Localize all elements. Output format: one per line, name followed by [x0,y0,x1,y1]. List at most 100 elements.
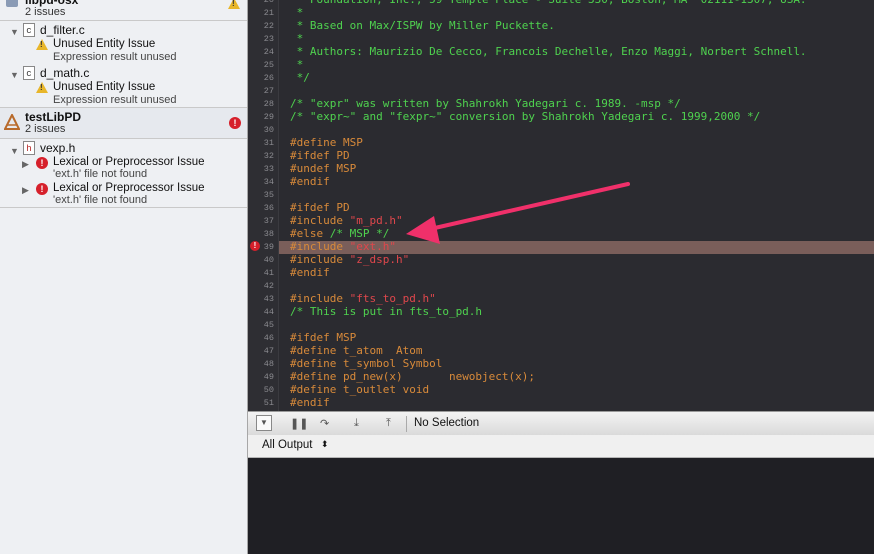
line-number[interactable]: 38 [248,229,274,239]
file-name[interactable]: d_math.c [40,66,89,80]
line-number[interactable]: 40 [248,255,274,265]
line-number[interactable]: 23 [248,34,274,44]
line-number[interactable]: 27 [248,86,274,96]
code-line[interactable]: /* "expr" was written by Shahrokh Yadega… [290,97,681,110]
code-line[interactable]: #define t_symbol Symbol [290,357,442,370]
issue-title[interactable]: Lexical or Preprocessor Issue [53,182,204,194]
code-line[interactable]: #endif [290,396,330,409]
code-line[interactable]: #include "z_dsp.h" [290,253,409,266]
project-row-testlibpd[interactable]: testLibPD 2 issues ! [0,108,247,138]
disclosure-triangle-right-icon[interactable]: ▶ [22,185,29,196]
code-line[interactable]: #endif [290,175,330,188]
code-line[interactable]: * Foundation, Inc., 59 Temple Place - Su… [290,0,807,6]
line-number[interactable]: 41 [248,268,274,278]
code-line[interactable]: * [290,6,304,19]
disclosure-triangle-right-icon[interactable]: ▶ [22,159,29,170]
step-out-icon[interactable]: ⤒ [386,417,391,430]
line-number[interactable]: 20 [248,0,274,5]
line-number[interactable]: 32 [248,151,274,161]
code-line[interactable]: #define t_atom Atom [290,344,422,357]
error-icon: ! [36,157,48,169]
project-issue-count: 2 issues [25,123,66,135]
line-number[interactable]: 25 [248,60,274,70]
line-number[interactable]: 22 [248,21,274,31]
issue-detail: Expression result unused [53,94,177,106]
line-number[interactable]: 42 [248,281,274,291]
line-number[interactable]: 33 [248,164,274,174]
code-line[interactable]: #else /* MSP */ [290,227,389,240]
code-line[interactable]: /* "expr~" and "fexpr~" conversion by Sh… [290,110,760,123]
hide-debug-area-button[interactable]: ▼ [256,415,272,431]
error-icon: ! [229,117,241,129]
line-number[interactable]: 46 [248,333,274,343]
code-line[interactable]: #define t_outlet void [290,383,429,396]
issue-navigator: libpd-osx 2 issues ▼ c d_filter.c Unused… [0,0,248,554]
line-number[interactable]: 31 [248,138,274,148]
code-line[interactable]: #endif [290,266,330,279]
output-filter-popup[interactable]: All Output [262,439,313,451]
issue-detail: 'ext.h' file not found [53,194,148,206]
line-number[interactable]: 26 [248,73,274,83]
line-number[interactable]: 28 [248,99,274,109]
step-into-icon[interactable]: ⤓ [354,417,359,430]
issue-title[interactable]: Lexical or Preprocessor Issue [53,156,204,168]
code-line[interactable]: #define pd_new(x) newobject(x); [290,370,535,383]
issue-detail: Expression result unused [53,51,177,63]
divider [0,20,247,21]
line-number[interactable]: 30 [248,125,274,135]
code-line[interactable]: #include "fts_to_pd.h" [290,292,436,305]
code-line[interactable]: * Authors: Maurizio De Cecco, Francois D… [290,45,807,58]
project-title: testLibPD [25,110,82,124]
code-line[interactable]: #include "m_pd.h" [290,214,403,227]
warning-icon [36,39,48,50]
popup-chevron-icon[interactable]: ⬍ [321,439,329,450]
code-line[interactable]: * [290,32,304,45]
debug-bar: ▼ ❚❚ ↷ ⤓ ⤒ No Selection [248,411,874,437]
disclosure-triangle-down-icon[interactable]: ▼ [10,27,19,37]
line-number-gutter[interactable]: 20 21 22 23 24 25 26 27 28 29 30 31 32 33 34 35 36 37 38! 3… [248,0,279,411]
pause-icon[interactable]: ❚❚ [290,417,308,430]
line-number[interactable]: 45 [248,320,274,330]
divider [0,207,247,208]
line-number[interactable]: 24 [248,47,274,57]
code-line[interactable]: #ifdef MSP [290,331,356,344]
code-line[interactable]: #include "ext.h" [290,240,396,253]
file-name[interactable]: vexp.h [40,141,75,155]
code-line[interactable]: * [290,58,304,71]
line-number[interactable]: 49 [248,372,274,382]
c-file-icon: c [23,66,35,80]
code-line[interactable]: #ifdef PD [290,149,350,162]
disclosure-triangle-down-icon[interactable]: ▼ [10,146,19,156]
console-output[interactable] [248,458,874,554]
source-editor[interactable]: 20 21 22 23 24 25 26 27 28 29 30 31 32 33 34 35 36 37 38! 3… [248,0,874,411]
code-line[interactable]: #define MSP [290,136,363,149]
line-number[interactable]: 39 [248,242,274,252]
c-file-icon: c [23,23,35,37]
line-number[interactable]: 43 [248,294,274,304]
line-number[interactable]: 29 [248,112,274,122]
divider [0,138,247,139]
code-line[interactable]: #ifdef PD [290,201,350,214]
line-number[interactable]: 47 [248,346,274,356]
line-number[interactable]: 50 [248,385,274,395]
project-issue-count: 2 issues [25,6,66,18]
code-line[interactable]: */ [290,71,310,84]
line-number[interactable]: 44 [248,307,274,317]
step-over-icon[interactable]: ↷ [320,417,329,430]
output-bar: All Output ⬍ [248,435,874,458]
file-name[interactable]: d_filter.c [40,23,85,37]
code-line[interactable]: #undef MSP [290,162,356,175]
issue-title[interactable]: Unused Entity Issue [53,81,155,93]
code-line[interactable]: /* This is put in fts_to_pd.h [290,305,482,318]
issue-title[interactable]: Unused Entity Issue [53,38,155,50]
line-number[interactable]: 21 [248,8,274,18]
disclosure-triangle-down-icon[interactable]: ▼ [10,70,19,80]
line-number[interactable]: 35 [248,190,274,200]
line-number[interactable]: 37 [248,216,274,226]
line-number[interactable]: 34 [248,177,274,187]
code-line[interactable]: * Based on Max/ISPW by Miller Puckette. [290,19,555,32]
error-icon: ! [36,183,48,195]
line-number[interactable]: 36 [248,203,274,213]
line-number[interactable]: 51 [248,398,274,408]
line-number[interactable]: 48 [248,359,274,369]
